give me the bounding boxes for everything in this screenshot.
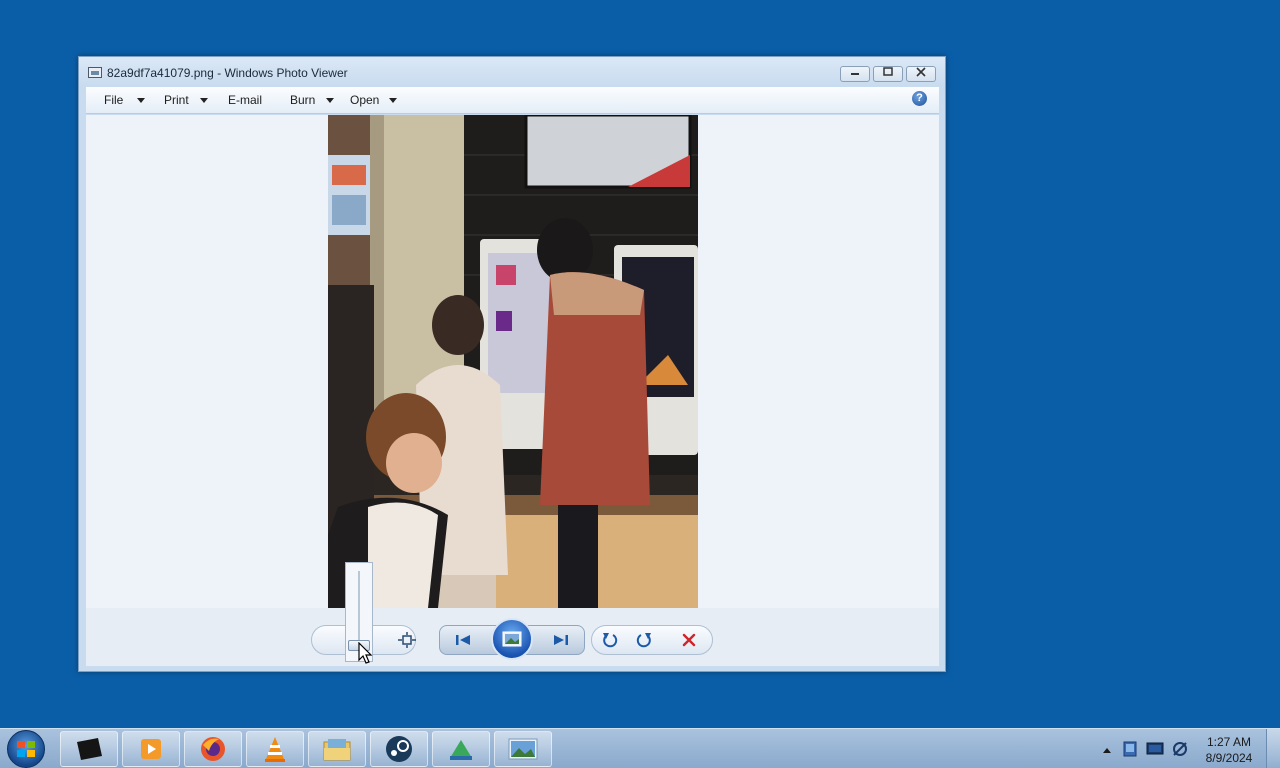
mouse-cursor-icon [358,642,373,664]
slideshow-icon [502,631,522,647]
actual-size-button[interactable] [394,628,420,652]
menu-bar: File Print E-mail Burn Open ? [86,87,939,114]
menu-burn[interactable]: Burn [290,93,315,107]
displayed-photo [328,115,698,608]
media-player-icon [141,739,161,759]
window-title: 82a9df7a41079.png - Windows Photo Viewer [107,66,348,80]
help-icon[interactable]: ? [912,91,927,106]
show-hidden-icons-icon[interactable] [1100,729,1114,768]
chevron-down-icon[interactable] [200,98,208,103]
minimize-icon [851,73,859,75]
rotate-counterclockwise-button[interactable] [597,628,623,652]
photo-viewer-app-icon [88,67,102,78]
network-icon[interactable] [1120,729,1140,768]
close-button[interactable] [906,66,936,82]
display-icon[interactable] [1144,729,1166,768]
taskbar-terminal[interactable] [60,731,118,767]
speaker-icon[interactable] [1170,729,1190,768]
vlc-icon [265,737,285,762]
chevron-down-icon[interactable] [389,98,397,103]
delete-icon [682,633,696,647]
image-viewer-area [86,115,939,608]
delete-button[interactable] [676,628,702,652]
firefox-icon [201,737,225,761]
steam-icon [386,736,412,762]
system-clock[interactable]: 1:27 AM 8/9/2024 [1196,734,1262,766]
taskbar-app[interactable] [432,731,490,767]
menu-print[interactable]: Print [164,93,189,107]
app-icon [450,740,472,760]
taskbar-photo-viewer[interactable] [494,731,552,767]
taskbar-media-player[interactable] [122,731,180,767]
taskbar: 1:27 AM 8/9/2024 [0,728,1280,768]
title-bar[interactable]: 82a9df7a41079.png - Windows Photo Viewer [79,57,945,87]
menu-file[interactable]: File [104,93,123,107]
show-desktop-button[interactable] [1266,729,1280,768]
rotate-clockwise-button[interactable] [631,628,657,652]
bottom-toolbar [86,608,939,666]
actual-size-icon [398,632,416,648]
maximize-button[interactable] [873,66,903,82]
previous-icon [456,635,470,645]
close-icon [916,67,926,77]
menu-email[interactable]: E-mail [228,93,262,107]
next-button[interactable] [548,628,574,652]
rotate-counterclockwise-icon [603,633,618,648]
slideshow-button[interactable] [491,618,533,660]
taskbar-firefox[interactable] [184,731,242,767]
rotate-clockwise-icon [636,633,651,648]
terminal-icon [77,738,102,760]
photo-viewer-window: 82a9df7a41079.png - Windows Photo Viewer… [78,56,946,672]
maximize-icon [883,67,893,76]
menu-open[interactable]: Open [350,93,379,107]
zoom-slider-track[interactable] [358,571,360,651]
photo-viewer-icon [508,738,538,760]
taskbar-steam[interactable] [370,731,428,767]
taskbar-vlc[interactable] [246,731,304,767]
file-manager-icon [323,739,351,761]
chevron-down-icon[interactable] [326,98,334,103]
start-button[interactable] [7,730,45,768]
windows-logo-icon [17,741,35,757]
minimize-button[interactable] [840,66,870,82]
taskbar-file-manager[interactable] [308,731,366,767]
previous-button[interactable] [450,628,476,652]
chevron-down-icon[interactable] [137,98,145,103]
photo-image [328,115,698,608]
next-icon [554,635,568,645]
clock-time: 1:27 AM [1206,735,1252,749]
clock-date: 8/9/2024 [1205,751,1253,765]
